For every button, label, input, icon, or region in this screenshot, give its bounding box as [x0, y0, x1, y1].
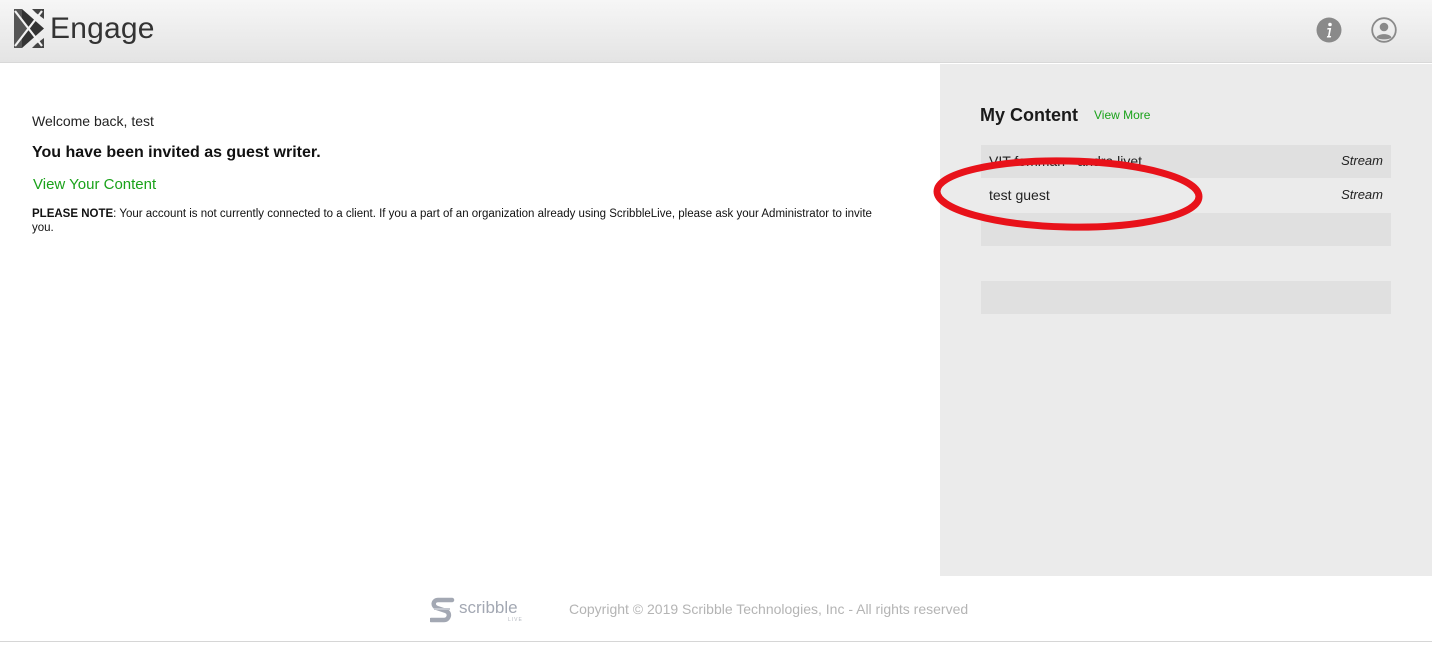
content-item-type: Stream	[1341, 153, 1383, 168]
welcome-text: Welcome back, test	[32, 113, 154, 129]
content-item-empty	[981, 281, 1391, 314]
footer-brand: scribble	[459, 598, 518, 617]
my-content-panel: My Content View More VIT femman - andra …	[940, 64, 1432, 576]
engage-logo-icon	[14, 9, 44, 48]
footer-brand-sub: LIVE	[508, 617, 523, 623]
content-item-title: test guest	[989, 187, 1050, 203]
content-item[interactable]: VIT femman - andra livet Stream	[981, 145, 1391, 178]
brand-name: Engage	[50, 11, 155, 45]
note-text: : Your account is not currently connecte…	[32, 208, 872, 234]
main-content: Welcome back, test You have been invited…	[0, 64, 940, 576]
brand[interactable]: Engage	[14, 9, 155, 48]
content-item[interactable]: test guest Stream	[981, 179, 1391, 212]
invitation-heading: You have been invited as guest writer.	[32, 144, 321, 161]
copyright-text: Copyright © 2019 Scribble Technologies, …	[569, 601, 969, 617]
info-icon[interactable]	[1316, 17, 1342, 43]
content-item-empty	[981, 247, 1391, 280]
account-note: PLEASE NOTE: Your account is not current…	[32, 207, 882, 235]
view-your-content-link[interactable]: View Your Content	[33, 176, 156, 193]
content-item-empty	[981, 213, 1391, 246]
top-header: Engage	[0, 0, 1432, 63]
content-item-title: VIT femman - andra livet	[989, 153, 1143, 169]
footer: scribble LIVE Copyright © 2019 Scribble …	[0, 576, 1432, 642]
user-profile-icon[interactable]	[1371, 17, 1397, 43]
note-label: PLEASE NOTE	[32, 208, 114, 220]
my-content-title: My Content	[980, 105, 1078, 125]
view-more-link[interactable]: View More	[1094, 108, 1150, 122]
content-item-type: Stream	[1341, 187, 1383, 202]
